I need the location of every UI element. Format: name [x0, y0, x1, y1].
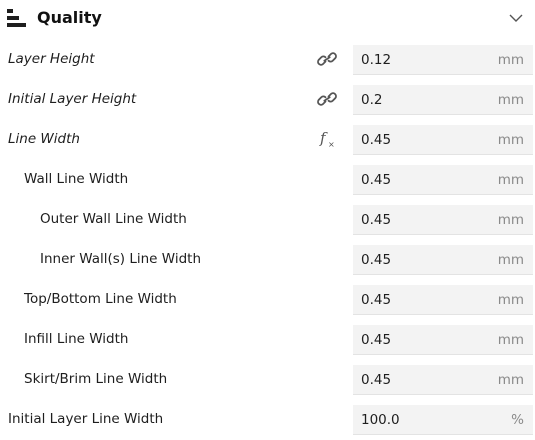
field-value: 0.45	[361, 132, 392, 148]
wall-line-width-input[interactable]: 0.45 mm	[353, 165, 533, 195]
field-value: 0.45	[361, 212, 392, 228]
section-title: Quality	[37, 8, 102, 27]
setting-row-layer-height: Layer Height 0.12 mm	[0, 43, 535, 75]
field-unit: mm	[497, 252, 524, 268]
outer-wall-line-width-input[interactable]: 0.45 mm	[353, 205, 533, 235]
field-value: 0.2	[361, 92, 383, 108]
setting-row-initial-layer-line-width: Initial Layer Line Width 100.0 %	[0, 403, 535, 435]
field-unit: mm	[497, 52, 524, 68]
field-unit: mm	[497, 332, 524, 348]
setting-row-infill-line-width: Infill Line Width 0.45 mm	[0, 323, 535, 355]
field-unit: mm	[497, 292, 524, 308]
setting-label: Initial Layer Line Width	[8, 411, 164, 427]
link-icon[interactable]	[316, 49, 338, 69]
field-value: 100.0	[361, 412, 400, 428]
setting-label: Top/Bottom Line Width	[24, 291, 177, 307]
field-unit: mm	[497, 212, 524, 228]
initial-layer-line-width-input[interactable]: 100.0 %	[353, 405, 533, 435]
infill-line-width-input[interactable]: 0.45 mm	[353, 325, 533, 355]
layer-height-input[interactable]: 0.12 mm	[353, 45, 533, 75]
setting-label: Inner Wall(s) Line Width	[40, 251, 202, 267]
setting-label: Outer Wall Line Width	[40, 211, 187, 227]
field-value: 0.12	[361, 52, 392, 68]
function-icon[interactable]: f ×	[316, 129, 338, 149]
inner-wall-line-width-input[interactable]: 0.45 mm	[353, 245, 533, 275]
setting-row-inner-wall-line-width: Inner Wall(s) Line Width 0.45 mm	[0, 243, 535, 275]
setting-label: Infill Line Width	[24, 331, 129, 347]
chevron-down-icon[interactable]	[508, 11, 524, 25]
svg-text:×: ×	[328, 140, 335, 149]
field-unit: mm	[497, 132, 524, 148]
setting-label: Layer Height	[8, 51, 95, 67]
setting-row-line-width: Line Width f × 0.45 mm	[0, 123, 535, 155]
setting-row-initial-layer-height: Initial Layer Height 0.2 mm	[0, 83, 535, 115]
section-header-quality[interactable]: Quality	[0, 0, 535, 38]
field-unit: %	[511, 412, 524, 428]
setting-label: Wall Line Width	[24, 171, 129, 187]
setting-row-wall-line-width: Wall Line Width 0.45 mm	[0, 163, 535, 195]
setting-label: Initial Layer Height	[8, 91, 137, 107]
setting-label: Line Width	[8, 131, 80, 147]
setting-row-skirt-brim-line-width: Skirt/Brim Line Width 0.45 mm	[0, 363, 535, 395]
field-unit: mm	[497, 172, 524, 188]
field-value: 0.45	[361, 172, 392, 188]
top-bottom-line-width-input[interactable]: 0.45 mm	[353, 285, 533, 315]
field-value: 0.45	[361, 332, 392, 348]
field-value: 0.45	[361, 252, 392, 268]
setting-label: Skirt/Brim Line Width	[24, 371, 168, 387]
field-value: 0.45	[361, 372, 392, 388]
field-value: 0.45	[361, 292, 392, 308]
field-unit: mm	[497, 92, 524, 108]
quality-bars-icon	[7, 9, 26, 27]
setting-row-outer-wall-line-width: Outer Wall Line Width 0.45 mm	[0, 203, 535, 235]
svg-text:f: f	[319, 129, 328, 147]
skirt-brim-line-width-input[interactable]: 0.45 mm	[353, 365, 533, 395]
field-unit: mm	[497, 372, 524, 388]
initial-layer-height-input[interactable]: 0.2 mm	[353, 85, 533, 115]
line-width-input[interactable]: 0.45 mm	[353, 125, 533, 155]
link-icon[interactable]	[316, 89, 338, 109]
setting-row-top-bottom-line-width: Top/Bottom Line Width 0.45 mm	[0, 283, 535, 315]
